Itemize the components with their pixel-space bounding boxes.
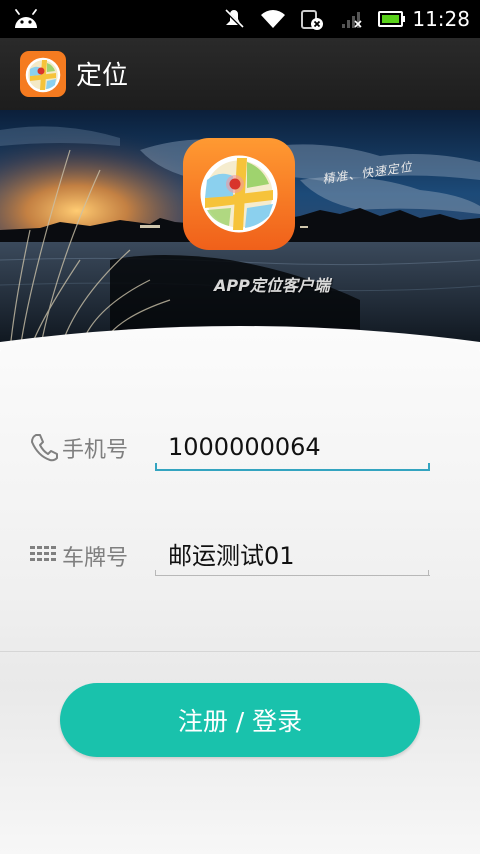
banner-subtitle: APP定位客户端 [214, 276, 330, 295]
status-bar: 11:28 [0, 0, 480, 38]
form-divider [0, 651, 480, 652]
plate-input[interactable] [156, 532, 440, 574]
mute-icon [222, 7, 246, 31]
phone-input-underline [156, 469, 430, 471]
phone-input[interactable] [156, 426, 440, 468]
phone-underline-tick-right [428, 463, 430, 471]
sim-icon [300, 7, 326, 31]
phone-label: 手机号 [62, 438, 129, 463]
map-pin-logo-icon [183, 138, 295, 250]
plate-underline-tick-left [155, 570, 156, 576]
login-form [0, 330, 480, 854]
plate-underline-tick-right [428, 570, 429, 576]
android-icon [15, 9, 37, 28]
wifi-icon [260, 8, 286, 30]
plate-input-underline [156, 575, 430, 576]
battery-icon [378, 10, 406, 28]
clock: 11:28 [412, 7, 470, 31]
map-pin-app-icon[interactable] [20, 51, 66, 97]
plate-icon [30, 546, 56, 561]
action-bar: 定位 [0, 38, 480, 111]
signal-icon [340, 8, 364, 30]
plate-label: 车牌号 [62, 546, 129, 571]
banner-image: 精准、快速定位 APP定位客户端 [0, 110, 480, 350]
phone-icon [31, 434, 58, 462]
screen: 11:28 定位 精准、快速定位 APP定位客户端 手机号 1000000064… [0, 0, 480, 854]
phone-underline-tick-left [155, 463, 157, 471]
app-title: 定位 [76, 61, 129, 91]
register-login-button[interactable]: 注册 / 登录 [60, 683, 420, 757]
